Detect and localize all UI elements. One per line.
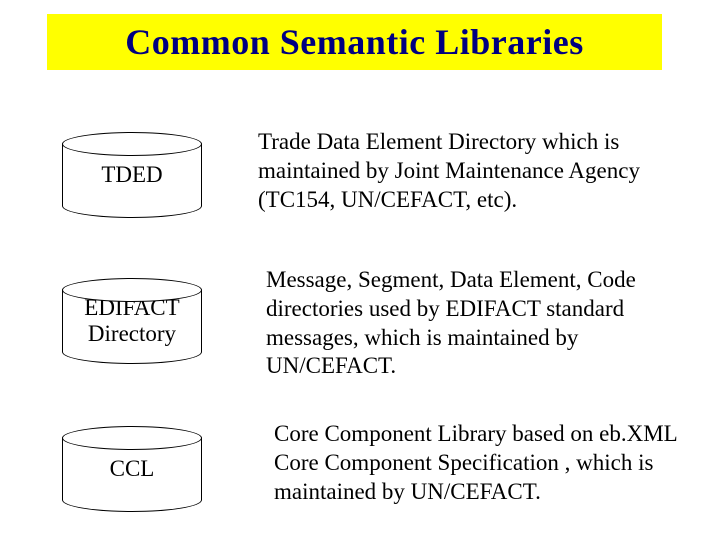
page-title: Common Semantic Libraries [125,21,583,63]
description-tded: Trade Data Element Directory which is ma… [258,128,678,214]
db-cylinder-tded: TDED [62,132,202,218]
db-cylinder-edifact: EDIFACT Directory [62,278,202,364]
description-ccl: Core Component Library based on eb.XML C… [274,420,694,506]
cylinder-top [62,132,202,156]
title-banner: Common Semantic Libraries [47,14,662,70]
db-cylinder-ccl: CCL [62,426,202,512]
cylinder-top [62,278,202,302]
cylinder-top [62,426,202,450]
description-edifact: Message, Segment, Data Element, Code dir… [266,266,686,381]
